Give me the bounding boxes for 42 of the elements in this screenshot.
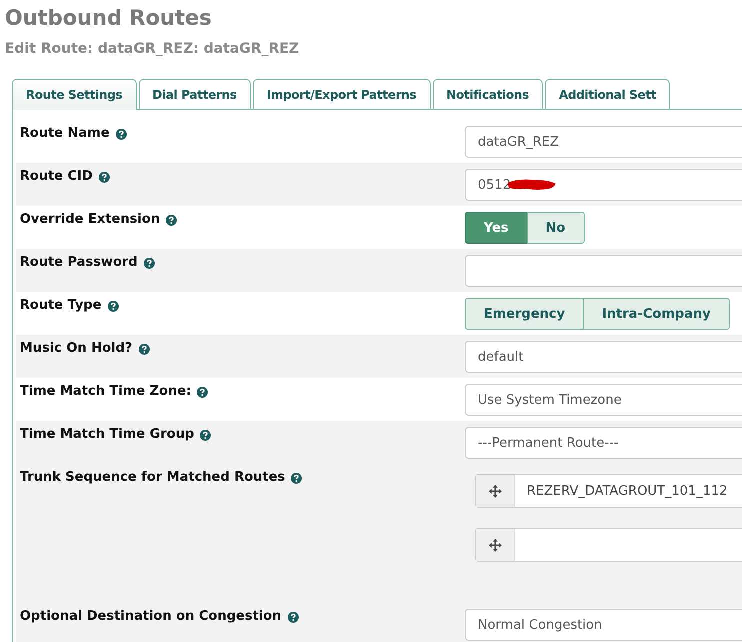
help-icon[interactable] <box>166 215 178 226</box>
toggle-option[interactable]: No <box>526 212 585 244</box>
move-icon[interactable] <box>488 484 502 498</box>
tab[interactable]: Additional Sett <box>545 79 670 109</box>
field-label: Time Match Time Group <box>20 427 194 442</box>
field-label: Route Password <box>20 255 138 270</box>
select-field[interactable]: ---Permanent Route--- <box>465 427 742 459</box>
tab[interactable]: Import/Export Patterns <box>252 79 431 109</box>
trunk-field[interactable] <box>475 528 742 562</box>
help-icon[interactable] <box>288 612 299 623</box>
page-subtitle: Edit Route: dataGR_REZ: dataGR_REZ <box>4 40 300 59</box>
field-label: Music On Hold? <box>20 341 133 356</box>
input-field[interactable]: dataGR_REZ <box>465 126 742 158</box>
help-icon[interactable] <box>197 387 208 398</box>
field-label: Route Type <box>20 298 102 313</box>
help-icon[interactable] <box>108 301 119 312</box>
input-field[interactable]: 0512 <box>465 169 742 201</box>
field-label: Route Name <box>20 126 110 141</box>
input-field[interactable] <box>465 255 742 287</box>
help-icon[interactable] <box>116 129 127 140</box>
help-icon[interactable] <box>144 258 155 269</box>
tab[interactable]: Route Settings <box>12 79 137 110</box>
select-field[interactable]: Use System Timezone <box>465 384 742 416</box>
field-label: Time Match Time Zone: <box>20 384 192 399</box>
toggle-option[interactable]: Intra-Company <box>583 298 730 330</box>
help-icon[interactable] <box>98 172 110 183</box>
toggle-option[interactable]: Emergency <box>465 298 584 330</box>
help-icon[interactable] <box>200 430 212 441</box>
select-field[interactable]: Normal Congestion <box>465 609 742 641</box>
help-icon[interactable] <box>138 344 150 355</box>
page-title: Outbound Routes <box>4 5 213 32</box>
select-field[interactable]: default <box>465 341 742 373</box>
toggle-option[interactable]: Yes <box>465 212 528 244</box>
field-label: Optional Destination on Congestion <box>20 609 282 624</box>
move-icon[interactable] <box>488 538 502 552</box>
field-label: Route CID <box>20 169 93 184</box>
help-icon[interactable] <box>291 473 302 484</box>
field-label: Trunk Sequence for Matched Routes <box>20 470 286 485</box>
tab[interactable]: Dial Patterns <box>138 79 251 109</box>
tab[interactable]: Notifications <box>432 79 544 109</box>
field-label: Override Extension <box>20 212 160 227</box>
trunk-field[interactable]: REZERV_DATAGROUT_101_112 <box>475 474 742 508</box>
